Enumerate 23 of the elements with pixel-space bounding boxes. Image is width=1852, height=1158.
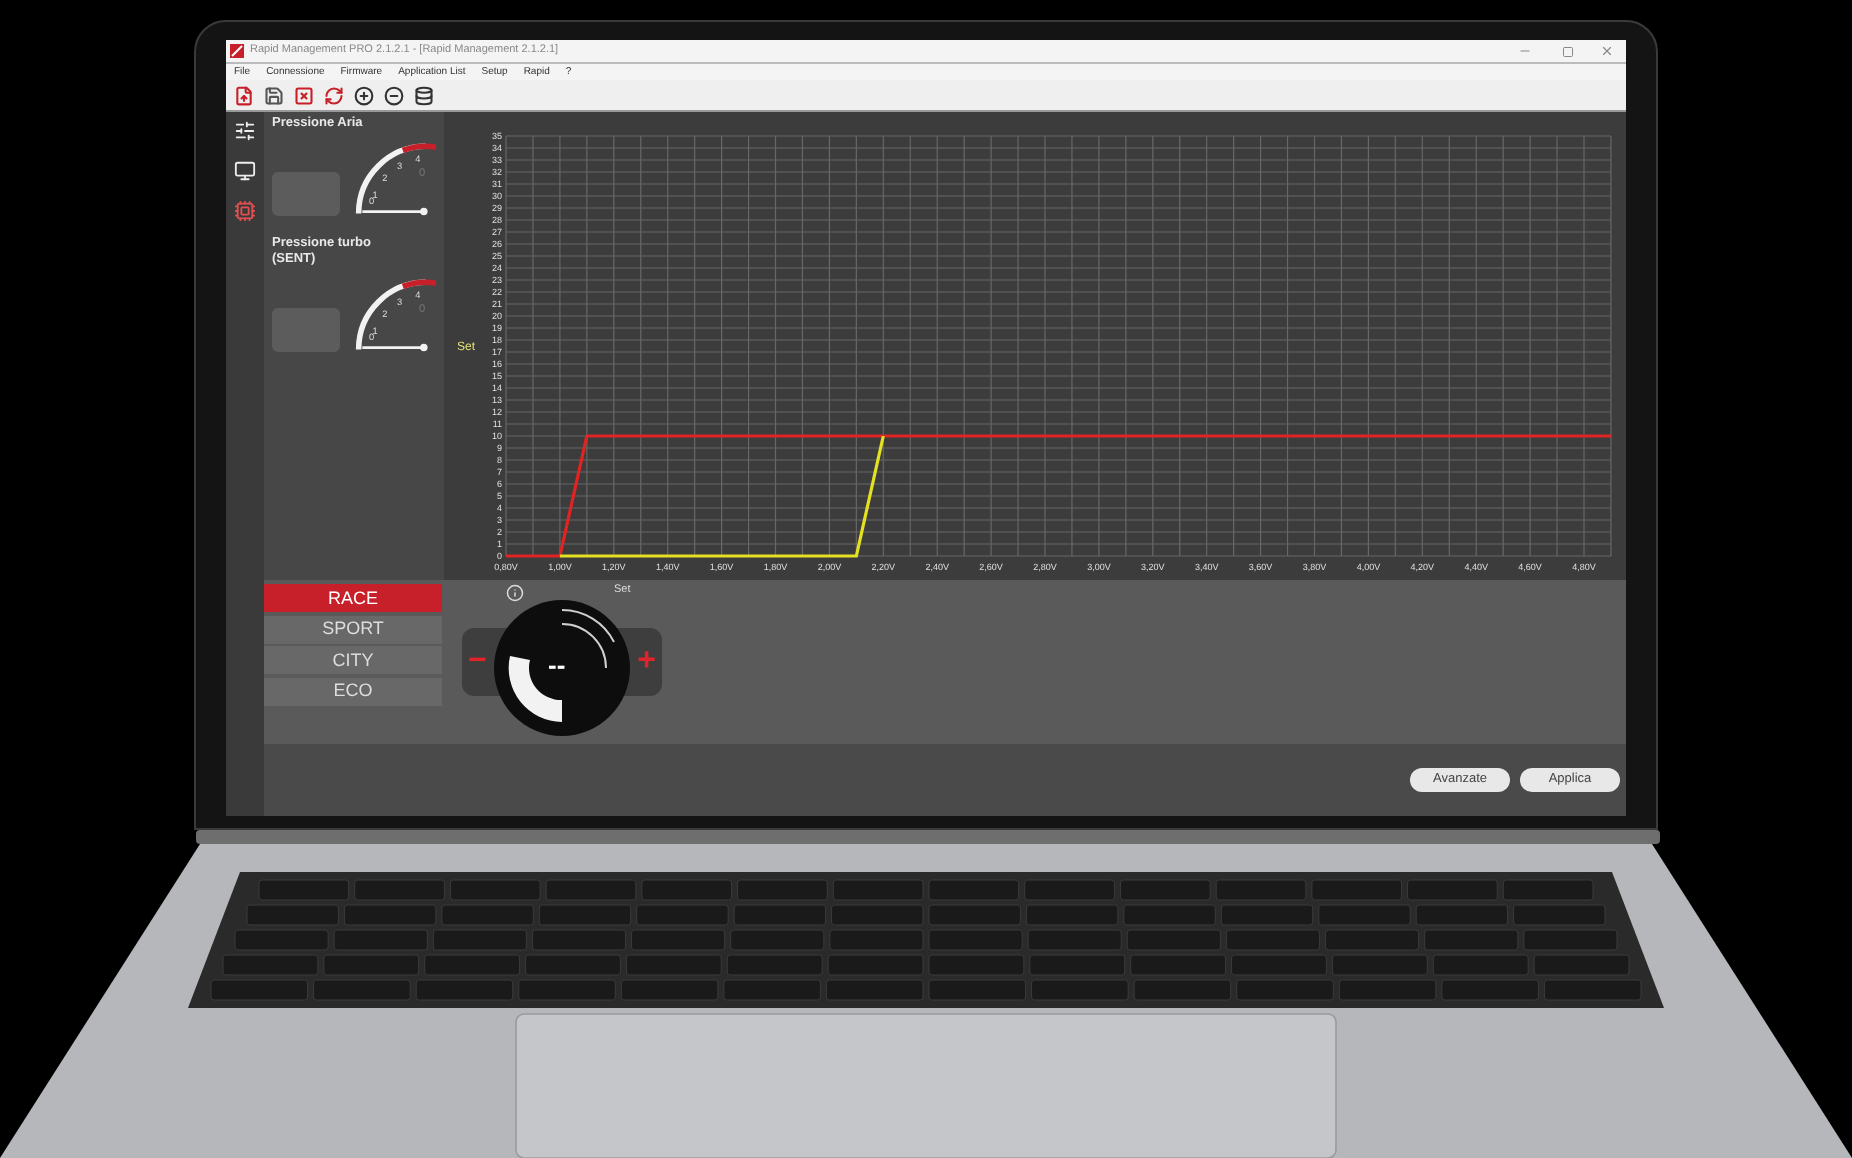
refresh-icon[interactable] [324,85,344,105]
file-upload-icon[interactable] [234,85,254,105]
mode-option[interactable]: CITY [264,646,442,674]
gauge-warning-zone [401,143,436,154]
gauge-needle [361,207,427,216]
gauge-warning-zone [401,279,436,290]
square-x-icon[interactable] [294,85,314,105]
maximize-icon[interactable] [1562,45,1574,57]
minus-circle-icon[interactable] [384,85,404,105]
gauge-needle [361,343,427,352]
close-icon[interactable] [1600,44,1614,58]
sliders-icon[interactable] [234,120,256,142]
dial-knob[interactable] [494,600,630,736]
dial-value: -- [548,652,566,678]
mode-option[interactable]: RACE [264,584,442,612]
save-icon[interactable] [264,85,284,105]
chip-icon[interactable] [234,200,256,222]
monitor-icon[interactable] [234,160,256,182]
mode-option[interactable]: SPORT [264,615,442,643]
database-icon[interactable] [414,85,434,105]
info-icon[interactable] [506,584,524,602]
mode-option[interactable]: ECO [264,677,442,705]
plus-circle-icon[interactable] [354,85,374,105]
